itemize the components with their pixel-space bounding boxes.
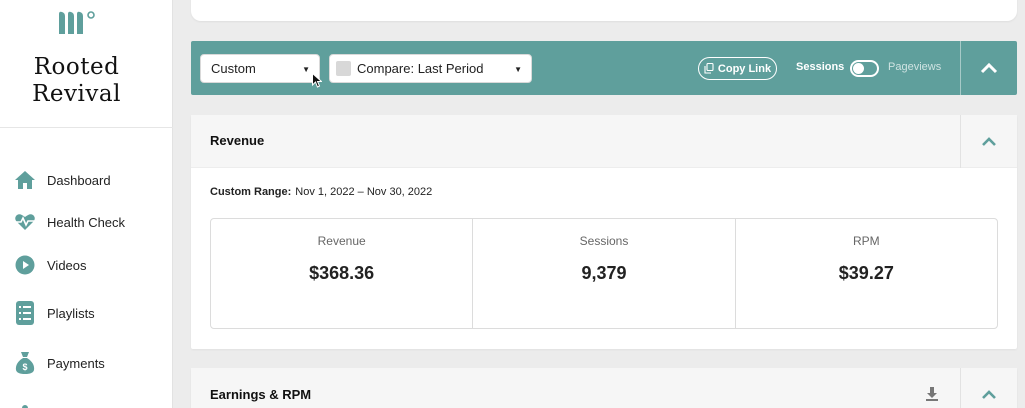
revenue-card-title: Revenue [210, 133, 265, 148]
download-button[interactable] [925, 386, 939, 402]
compare-select-value: Compare: Last Period [357, 61, 484, 76]
sidebar-item-label: Health Check [47, 214, 126, 230]
revenue-collapse-button[interactable] [961, 115, 1017, 168]
sidebar-item-label: Dashboard [47, 172, 111, 188]
toolbar-collapse-button[interactable] [961, 41, 1017, 95]
chevron-up-icon [982, 390, 996, 399]
brand-name-line1: Rooted [33, 54, 120, 80]
download-icon [926, 387, 938, 401]
compare-swatch [336, 61, 351, 76]
sidebar-divider [0, 127, 173, 128]
top-card [191, 0, 1017, 21]
puzzle-icon [14, 401, 36, 408]
mouse-cursor-icon [312, 72, 323, 93]
date-range-select-value: Custom [211, 61, 256, 76]
date-range-text: Custom Range: Nov 1, 2022 – Nov 30, 2022 [210, 186, 432, 198]
copy-icon [704, 63, 714, 74]
range-value: Nov 1, 2022 – Nov 30, 2022 [295, 186, 433, 198]
earnings-collapse-button[interactable] [961, 368, 1017, 408]
money-bag-icon: $ [14, 352, 36, 374]
chevron-up-icon [980, 62, 998, 74]
sidebar-item-payments[interactable]: $ Payments [14, 349, 105, 377]
play-icon [14, 254, 36, 276]
metric-label: Revenue [317, 234, 366, 248]
sidebar-item-partial[interactable] [14, 398, 47, 408]
sidebar-item-label: Playlists [47, 305, 95, 321]
metrics-panel: Revenue $368.36 Sessions 9,379 RPM $39.2… [210, 218, 998, 329]
earnings-card-title: Earnings & RPM [210, 387, 312, 402]
metric-label: Sessions [579, 234, 629, 248]
home-icon [14, 169, 36, 191]
caret-down-icon: ▼ [302, 65, 310, 74]
toggle-label-pageviews: Pageviews [888, 61, 942, 73]
date-range-select[interactable]: Custom ▼ [200, 54, 320, 83]
logo-mark-icon[interactable] [56, 8, 100, 38]
svg-text:$: $ [22, 362, 27, 372]
toggle-knob [853, 63, 864, 74]
sidebar-item-label: Videos [47, 257, 87, 273]
sidebar-item-health-check[interactable]: Health Check [14, 208, 125, 236]
earnings-rpm-card: Earnings & RPM [191, 368, 1017, 408]
sidebar-item-videos[interactable]: Videos [14, 251, 87, 279]
copy-link-button[interactable]: Copy Link [698, 57, 777, 80]
chevron-up-icon [982, 137, 996, 146]
heartbeat-icon [14, 211, 36, 233]
brand-name[interactable]: Rooted Revival [0, 54, 153, 108]
sessions-pageviews-toggle[interactable] [850, 60, 879, 77]
metric-revenue: Revenue $368.36 [211, 219, 474, 328]
metric-value: 9,379 [581, 263, 627, 283]
sidebar-item-playlists[interactable]: Playlists [14, 299, 95, 327]
revenue-card-header: Revenue [191, 115, 1017, 168]
sidebar-item-label: Payments [47, 355, 105, 371]
revenue-card: Revenue Custom Range: Nov 1, 2022 – Nov 3… [191, 115, 1017, 349]
metric-sessions: Sessions 9,379 [473, 219, 736, 328]
range-label: Custom Range: [210, 186, 292, 198]
toggle-label-sessions: Sessions [796, 61, 845, 73]
metric-rpm: RPM $39.27 [736, 219, 997, 328]
caret-down-icon: ▼ [514, 65, 522, 74]
sidebar-item-dashboard[interactable]: Dashboard [14, 166, 111, 194]
brand-name-line2: Revival [32, 81, 121, 107]
compare-select[interactable]: Compare: Last Period ▼ [329, 54, 532, 83]
metric-value: $39.27 [838, 263, 894, 283]
metric-value: $368.36 [309, 263, 375, 283]
earnings-card-header: Earnings & RPM [191, 368, 1017, 408]
list-icon [14, 301, 36, 325]
copy-link-label: Copy Link [717, 62, 772, 75]
sidebar: Rooted Revival Dashboard Health Check Vi… [0, 0, 173, 408]
metric-label: RPM [852, 234, 880, 248]
